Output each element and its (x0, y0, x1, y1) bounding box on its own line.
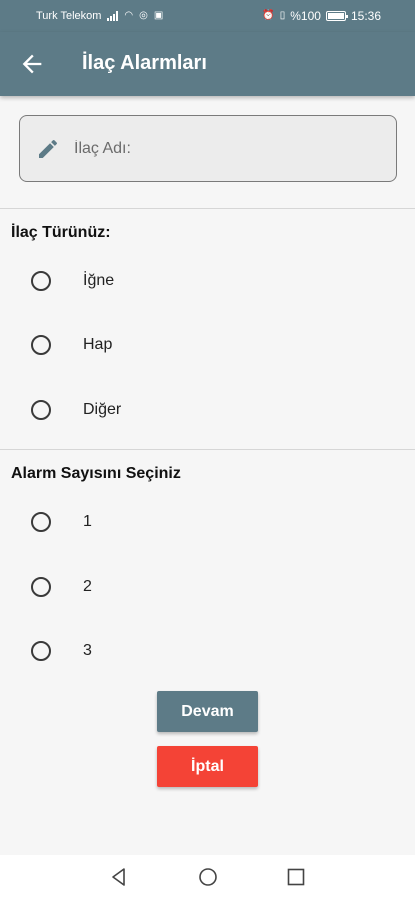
status-bar: Turk Telekom ◠ ◎ ▣ ⏰ ▯ %100 15:36 (0, 0, 415, 32)
battery-percent: %100 (290, 9, 321, 23)
alarm-icon: ⏰ (262, 10, 275, 21)
drug-type-option-pill[interactable]: Hap (0, 320, 415, 370)
option-label: Hap (83, 336, 113, 353)
alarm-count-option-1[interactable]: 1 (0, 497, 415, 547)
pencil-icon (36, 137, 60, 161)
nav-recents-icon[interactable] (285, 866, 307, 888)
radio-button[interactable] (31, 335, 51, 355)
drug-type-option-injection[interactable]: İğne (0, 256, 415, 306)
status-right: ⏰ ▯ %100 15:36 (262, 9, 381, 23)
alarm-count-option-3[interactable]: 3 (0, 626, 415, 676)
drug-type-option-other[interactable]: Diğer (0, 385, 415, 435)
radio-button[interactable] (31, 400, 51, 420)
whatsapp-icon: ◎ (139, 10, 148, 21)
option-label: 3 (83, 642, 92, 659)
alarm-count-option-2[interactable]: 2 (0, 562, 415, 612)
option-label: 2 (83, 578, 92, 595)
vibrate-icon: ▯ (279, 10, 286, 21)
alarm-count-title: Alarm Sayısını Seçiniz (11, 465, 181, 482)
medicine-name-input[interactable] (74, 136, 374, 162)
option-label: İğne (83, 272, 115, 289)
medicine-name-field[interactable] (19, 115, 397, 182)
app-bar: İlaç Alarmları (0, 32, 415, 96)
divider (0, 449, 415, 450)
status-time: 15:36 (350, 9, 381, 23)
gallery-icon: ▣ (153, 10, 164, 21)
drug-type-title: İlaç Türünüz: (11, 224, 111, 241)
radio-button[interactable] (31, 512, 51, 532)
cancel-button[interactable]: İptal (157, 746, 258, 787)
battery-icon (325, 11, 348, 21)
nav-back-icon[interactable] (108, 866, 130, 888)
option-label: Diğer (83, 401, 122, 418)
divider (0, 208, 415, 209)
system-nav-bar (0, 855, 415, 900)
signal-icon (107, 11, 119, 21)
page-title: İlaç Alarmları (82, 52, 207, 74)
back-button[interactable] (18, 50, 46, 78)
radio-button[interactable] (31, 641, 51, 661)
radio-button[interactable] (31, 271, 51, 291)
carrier-name: Turk Telekom (36, 10, 102, 22)
nav-home-icon[interactable] (197, 866, 219, 888)
arrow-back-icon (22, 54, 42, 74)
status-left: Turk Telekom ◠ ◎ ▣ (36, 10, 163, 22)
wifi-icon: ◠ (124, 10, 134, 21)
radio-button[interactable] (31, 577, 51, 597)
continue-button[interactable]: Devam (157, 691, 258, 732)
option-label: 1 (83, 513, 92, 530)
